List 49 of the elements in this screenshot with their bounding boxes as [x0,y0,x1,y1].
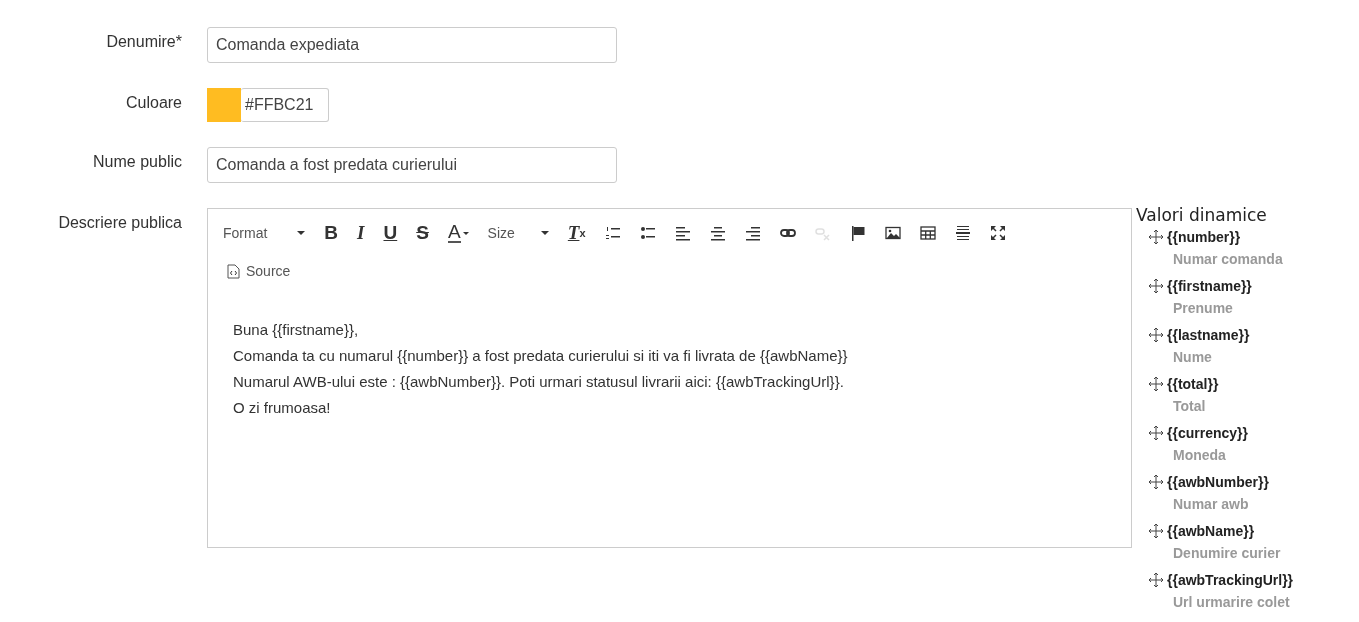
move-icon[interactable] [1148,572,1164,588]
text-field[interactable]: Comanda expediata [207,27,617,63]
editor-text-line: O zi frumoasa! [233,398,332,418]
tag-description: Total [1172,397,1207,416]
editor-text-line: Buna {{firstname}}, [233,320,360,340]
caret-icon [540,231,549,235]
move-icon[interactable] [1148,229,1164,245]
tag-description: Numar comanda [1172,250,1284,269]
text-field[interactable]: Comanda a fost predata curierului [207,147,617,183]
field-label: Descriere publica [57,213,182,233]
underline-button[interactable]: U [383,221,398,245]
editor-text-line: Numarul AWB-ului este : {{awbNumber}}. Poti urmari statusul livrarii aici: {{awbTrackingUrl}}. [233,372,845,392]
field-label: Nume public [92,152,182,172]
tag-description: Numar awb [1172,495,1250,514]
move-icon[interactable] [1148,523,1164,539]
caret-icon [297,231,306,235]
placeholder-tag: {{awbNumber}} [1167,471,1269,493]
placeholder-tag: {{awbTrackingUrl}} [1167,569,1294,591]
placeholder-tag: {{number}} [1167,226,1241,248]
tag-description: Url urmarire colet [1172,593,1291,612]
move-icon[interactable] [1148,474,1164,490]
move-icon[interactable] [1148,425,1164,441]
strike-button[interactable]: S [416,221,429,245]
field-label: Culoare [124,93,182,113]
placeholder-tag: {{awbName}} [1167,520,1255,542]
dropdown-button[interactable]: Size [487,221,549,245]
code-file-icon [227,263,240,279]
move-icon[interactable] [1148,278,1164,294]
color-hex-field[interactable]: #FFBC21 [241,88,329,122]
placeholder-tag: {{total}} [1167,373,1219,395]
color-swatch[interactable] [207,88,241,122]
caret-icon [462,231,469,235]
tag-description: Nume [1172,348,1213,367]
panel-title: Valori dinamice [1136,205,1268,225]
editor-text-line: Comanda ta cu numarul {{number}} a fost predata curierului si iti va fi livrata de {{awbName}} [233,346,849,366]
color-button[interactable]: A [447,221,469,245]
placeholder-tag: {{firstname}} [1167,275,1252,297]
field-label: Denumire* [105,32,182,52]
italic-button[interactable]: I [357,221,365,245]
tag-description: Denumire curier [1172,544,1282,563]
tag-description: Prenume [1172,299,1234,318]
move-icon[interactable] [1148,327,1164,343]
placeholder-tag: {{currency}} [1167,422,1248,444]
placeholder-tag: {{lastname}} [1167,324,1250,346]
tag-description: Moneda [1172,446,1227,465]
dropdown-button[interactable]: Format [223,221,306,245]
move-icon[interactable] [1148,376,1164,392]
bold-button[interactable]: B [324,221,339,245]
source-button[interactable]: Source [227,259,291,283]
